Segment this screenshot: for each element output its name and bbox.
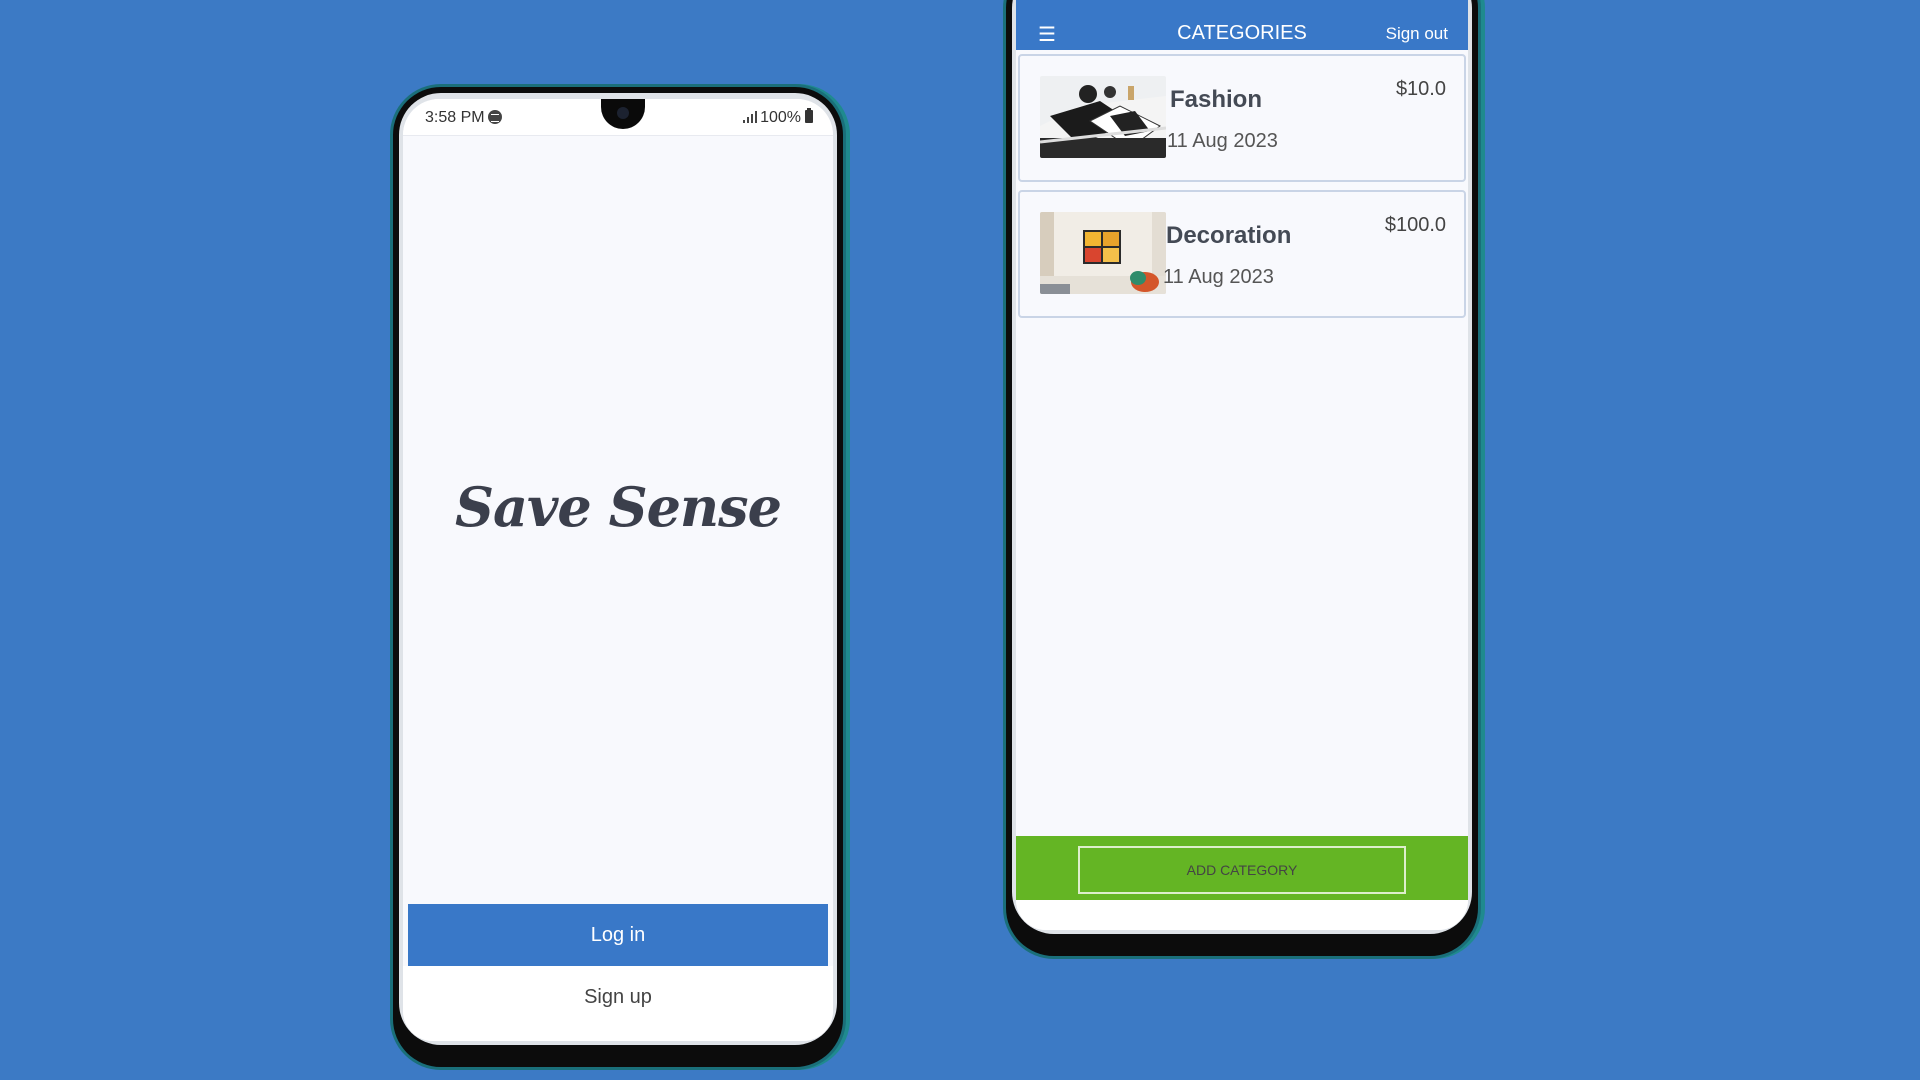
categories-screen: ☰ CATEGORIES Sign out Fashion 11 Aug 202… — [1016, 0, 1468, 930]
app-bar: ☰ CATEGORIES Sign out — [1016, 0, 1468, 50]
signup-button[interactable]: Sign up — [403, 986, 833, 1009]
category-price: $100.0 — [1384, 214, 1446, 236]
status-time: 3:58 PM — [425, 109, 502, 127]
battery-level: 100% — [760, 109, 801, 126]
camera-notch — [601, 99, 645, 129]
battery-icon — [805, 108, 813, 123]
status-bar: 3:58 PM 100% — [403, 99, 833, 136]
fashion-image — [1040, 76, 1166, 158]
camera-icon — [617, 107, 629, 119]
category-name: Decoration — [1166, 222, 1292, 249]
add-category-bar: ADD CATEGORY — [1016, 836, 1468, 900]
signup-area: Sign up — [403, 966, 833, 1041]
login-screen: 3:58 PM 100% Save Sense Log in Sign up — [403, 99, 833, 1041]
category-price: $10.0 — [1395, 78, 1446, 100]
notification-icon — [487, 110, 502, 124]
login-button[interactable]: Log in — [408, 904, 828, 966]
status-right: 100% — [743, 108, 813, 127]
category-card-fashion[interactable]: Fashion 11 Aug 2023 $10.0 — [1018, 54, 1466, 182]
signal-icon — [743, 111, 758, 123]
bottom-area — [1016, 900, 1468, 930]
category-date: 11 Aug 2023 — [1167, 130, 1278, 152]
categories-phone: ☰ CATEGORIES Sign out Fashion 11 Aug 202… — [1006, 0, 1478, 956]
category-name: Fashion — [1170, 86, 1263, 113]
category-date: 11 Aug 2023 — [1163, 266, 1274, 288]
add-category-button[interactable]: ADD CATEGORY — [1078, 846, 1406, 894]
signout-button[interactable]: Sign out — [1386, 24, 1448, 44]
app-logo-text: Save Sense — [455, 475, 782, 539]
login-phone: 3:58 PM 100% Save Sense Log in Sign up — [393, 87, 843, 1067]
decoration-image — [1040, 212, 1166, 294]
category-card-decoration[interactable]: Decoration 11 Aug 2023 $100.0 — [1018, 190, 1466, 318]
